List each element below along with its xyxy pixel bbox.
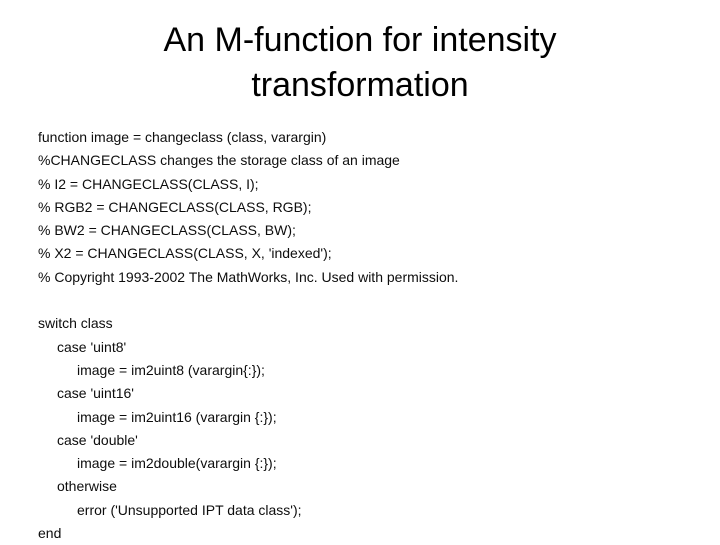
code-line: otherwise	[57, 478, 117, 495]
code-line: case 'uint8'	[57, 338, 127, 355]
code-line: image = im2double(varargin {:});	[77, 455, 277, 472]
code-line: % I2 = CHANGECLASS(CLASS, I);	[38, 175, 259, 192]
code-line: end	[38, 525, 62, 542]
code-line: case 'uint16'	[57, 385, 134, 402]
code-line: % X2 = CHANGECLASS(CLASS, X, 'indexed');	[38, 245, 332, 262]
code-line: %CHANGECLASS changes the storage class o…	[38, 152, 400, 169]
code-line: image = im2uint16 (varargin {:});	[77, 408, 277, 425]
code-line: function image = changeclass (class, var…	[38, 129, 327, 145]
function-header-block: function image = changeclass (class, var…	[38, 126, 688, 289]
page-title: An M-function for intensity transformati…	[0, 18, 720, 108]
code-line: % RGB2 = CHANGECLASS(CLASS, RGB);	[38, 198, 312, 215]
code-line: % Copyright 1993-2002 The MathWorks, Inc…	[38, 268, 459, 285]
code-line: error ('Unsupported IPT data class');	[77, 501, 302, 518]
title-line-2: transformation	[251, 66, 469, 104]
code-listing: function image = changeclass (class, var…	[38, 126, 688, 545]
switch-statement-block: switch class case 'uint8' image = im2uin…	[38, 312, 688, 545]
code-line: image = im2uint8 (varargin{:});	[77, 361, 265, 378]
title-line-1: An M-function for intensity	[163, 21, 557, 59]
slide-canvas: An M-function for intensity transformati…	[0, 0, 720, 541]
code-line: case 'double'	[57, 431, 138, 448]
code-line: % BW2 = CHANGECLASS(CLASS, BW);	[38, 222, 296, 239]
code-line: switch class	[38, 315, 113, 332]
